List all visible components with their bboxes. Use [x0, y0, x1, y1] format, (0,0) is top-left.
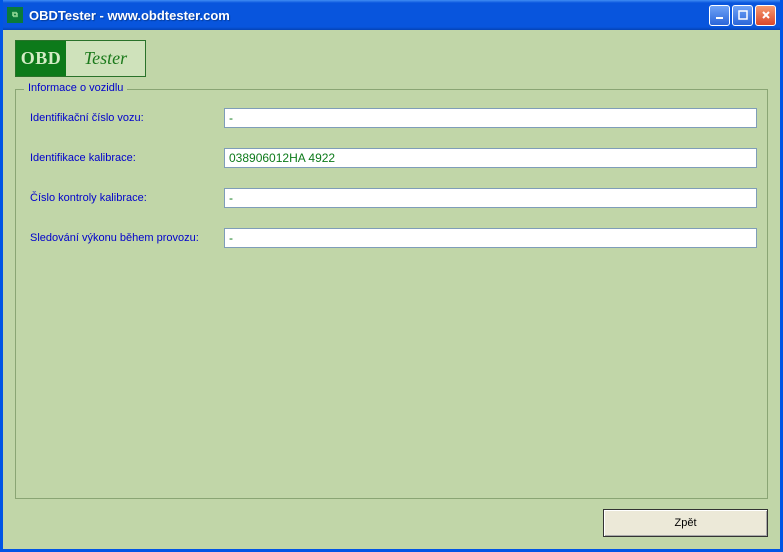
maximize-button[interactable] — [732, 5, 753, 26]
field-calibration-check: Číslo kontroly kalibrace: - — [26, 188, 757, 208]
field-label: Sledování výkonu během provozu: — [26, 232, 224, 244]
field-calibration-id: Identifikace kalibrace: 038906012HA 4922 — [26, 148, 757, 168]
field-label: Identifikace kalibrace: — [26, 152, 224, 164]
field-label: Číslo kontroly kalibrace: — [26, 192, 224, 204]
app-logo: OBD Tester — [15, 40, 146, 77]
app-window: ⧉ OBDTester - www.obdtester.com OBD Test… — [0, 0, 783, 552]
button-bar: Zpět — [15, 509, 768, 537]
app-icon: ⧉ — [7, 7, 23, 23]
window-title: OBDTester - www.obdtester.com — [29, 8, 709, 23]
client-area: OBD Tester Informace o vozidlu Identifik… — [3, 30, 780, 549]
titlebar: ⧉ OBDTester - www.obdtester.com — [3, 0, 780, 30]
field-value: - — [224, 108, 757, 128]
close-icon — [761, 10, 771, 20]
minimize-button[interactable] — [709, 5, 730, 26]
back-button[interactable]: Zpět — [603, 509, 768, 537]
maximize-icon — [738, 10, 748, 20]
field-vin: Identifikační číslo vozu: - — [26, 108, 757, 128]
minimize-icon — [715, 10, 725, 20]
field-label: Identifikační číslo vozu: — [26, 112, 224, 124]
groupbox-legend: Informace o vozidlu — [24, 82, 127, 94]
vehicle-info-group: Informace o vozidlu Identifikační číslo … — [15, 89, 768, 499]
field-value: 038906012HA 4922 — [224, 148, 757, 168]
logo-left: OBD — [16, 41, 66, 76]
window-controls — [709, 5, 776, 26]
close-button[interactable] — [755, 5, 776, 26]
field-value: - — [224, 188, 757, 208]
field-performance-tracking: Sledování výkonu během provozu: - — [26, 228, 757, 248]
logo-right: Tester — [66, 41, 145, 76]
field-value: - — [224, 228, 757, 248]
